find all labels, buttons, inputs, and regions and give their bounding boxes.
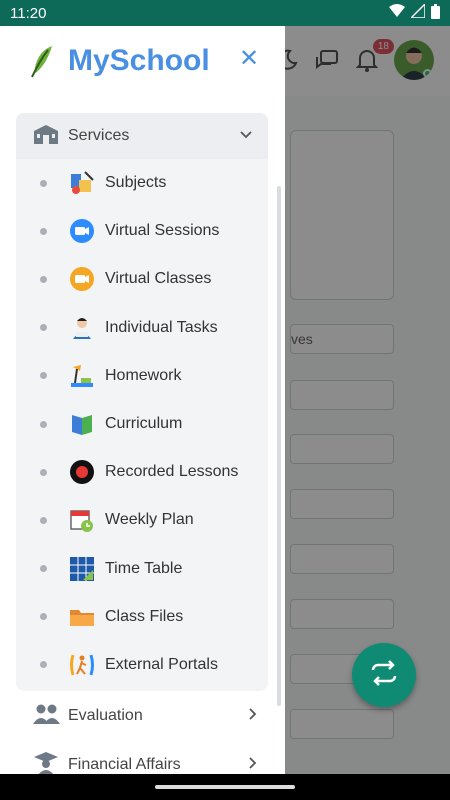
menu-item-virtual-classes[interactable]: Virtual Classes	[16, 255, 268, 303]
bullet	[40, 468, 47, 476]
menu-item-label: Individual Tasks	[105, 318, 218, 336]
status-time: 11:20	[10, 4, 47, 22]
financial-affairs-label: Financial Affairs	[68, 756, 181, 773]
menu-item-weekly-plan[interactable]: Weekly Plan	[16, 496, 268, 544]
bullet	[40, 565, 47, 573]
menu-item-label: Homework	[105, 366, 182, 384]
menu-item-label: Recorded Lessons	[105, 463, 239, 481]
record-icon	[69, 459, 95, 485]
services-header[interactable]: Services	[16, 113, 268, 159]
subjects-icon	[69, 170, 95, 196]
student-reading-icon	[69, 315, 95, 341]
wifi-icon	[389, 4, 405, 22]
menu-item-label: Class Files	[105, 607, 184, 625]
graduate-icon	[32, 751, 60, 774]
folder-icon	[69, 604, 95, 630]
menu-item-external-portals[interactable]: External Portals	[16, 641, 268, 689]
services-section: Services Subjects Virtual Sessions Virtu…	[16, 113, 268, 691]
bullet	[40, 324, 47, 332]
status-bar: 11:20	[0, 0, 450, 26]
feather-logo-icon	[28, 44, 58, 78]
menu-item-financial-affairs[interactable]: Financial Affairs	[16, 742, 268, 774]
bullet	[40, 372, 47, 380]
swap-icon	[369, 659, 399, 691]
evaluation-label: Evaluation	[68, 707, 143, 724]
services-label: Services	[68, 127, 130, 144]
menu-item-label: Weekly Plan	[105, 511, 194, 529]
menu-item-virtual-sessions[interactable]: Virtual Sessions	[16, 207, 268, 255]
menu-item-label: External Portals	[105, 655, 218, 673]
bullet	[40, 179, 47, 187]
bullet	[40, 661, 47, 669]
bullet	[40, 275, 47, 283]
portal-icon	[69, 652, 95, 678]
menu-item-individual-tasks[interactable]: Individual Tasks	[16, 304, 268, 352]
book-icon	[69, 411, 95, 437]
menu-item-label: Subjects	[105, 174, 167, 192]
bullet	[40, 516, 47, 524]
bullet	[40, 420, 47, 428]
swap-fab-button[interactable]	[352, 643, 416, 707]
chevron-right-icon	[248, 707, 258, 726]
menu-item-label: Time Table	[105, 559, 183, 577]
menu-item-class-files[interactable]: Class Files	[16, 593, 268, 641]
navigation-drawer: MySchool ✕ Services Subjects Virtual Ses…	[0, 26, 285, 774]
chevron-right-icon	[248, 756, 258, 775]
close-icon[interactable]: ✕	[236, 46, 262, 72]
menu-item-curriculum[interactable]: Curriculum	[16, 400, 268, 448]
battery-icon	[431, 3, 440, 23]
system-navigation-bar	[0, 774, 450, 800]
menu-item-recorded-lessons[interactable]: Recorded Lessons	[16, 448, 268, 496]
brand-title: MySchool	[68, 44, 210, 77]
bullet	[40, 613, 47, 621]
calendar-clock-icon	[69, 507, 95, 533]
school-building-icon	[32, 123, 60, 150]
drawer-scrollbar[interactable]	[277, 186, 281, 706]
people-icon	[32, 703, 60, 730]
chevron-down-icon	[234, 127, 258, 145]
video-camera-icon	[69, 266, 95, 292]
menu-item-label: Curriculum	[105, 415, 183, 433]
menu-item-label: Virtual Sessions	[105, 222, 220, 240]
bullet	[40, 227, 47, 235]
menu-item-label: Virtual Classes	[105, 270, 212, 288]
home-gesture-handle[interactable]	[155, 785, 295, 789]
signal-icon	[409, 2, 426, 22]
desk-lamp-icon	[69, 363, 95, 389]
video-camera-icon	[69, 218, 95, 244]
menu-item-subjects[interactable]: Subjects	[16, 159, 268, 207]
timetable-icon	[69, 556, 95, 582]
menu-item-evaluation[interactable]: Evaluation	[16, 693, 268, 739]
menu-item-time-table[interactable]: Time Table	[16, 545, 268, 593]
menu-item-homework[interactable]: Homework	[16, 352, 268, 400]
